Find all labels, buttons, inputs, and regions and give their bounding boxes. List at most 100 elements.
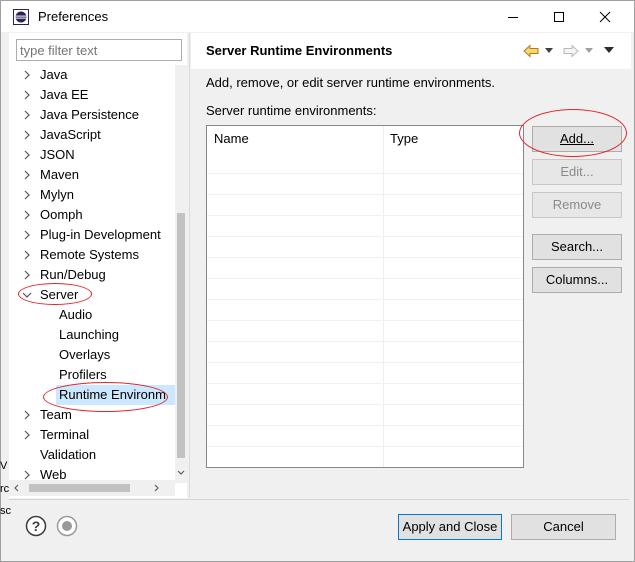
table-row-line	[207, 299, 523, 300]
tree-item[interactable]: Java	[9, 65, 175, 85]
chevron-right-icon[interactable]	[21, 129, 33, 141]
preferences-window: Preferences JavaJava EEJava PersistenceJ…	[0, 0, 635, 562]
view-menu-icon[interactable]	[604, 47, 614, 54]
apply-and-close-label: Apply and Close	[402, 519, 498, 534]
tree-item[interactable]: Overlays	[9, 345, 175, 365]
tree-item[interactable]: Launching	[9, 325, 175, 345]
chevron-right-icon[interactable]	[21, 169, 33, 181]
chevron-right-icon[interactable]	[21, 229, 33, 241]
tree-item-label: Java Persistence	[40, 107, 139, 122]
chevron-right-icon[interactable]	[21, 89, 33, 101]
columns-button[interactable]: Columns...	[532, 267, 622, 293]
close-button[interactable]	[582, 1, 628, 32]
tree-item[interactable]: Audio	[9, 305, 175, 325]
scroll-left-icon[interactable]	[13, 484, 21, 492]
page-description: Add, remove, or edit server runtime envi…	[206, 75, 496, 90]
table-row-line	[207, 404, 523, 405]
tree-item[interactable]: Profilers	[9, 365, 175, 385]
tree-item[interactable]: Server	[9, 285, 175, 305]
table-row-line	[207, 257, 523, 258]
table-row-line	[207, 425, 523, 426]
tree-item-label: Plug-in Development	[40, 227, 161, 242]
pane-divider[interactable]	[189, 33, 190, 498]
chevron-right-icon[interactable]	[21, 269, 33, 281]
help-icon[interactable]: ?	[25, 515, 47, 537]
column-header-name[interactable]: Name	[207, 126, 383, 152]
tree-item[interactable]: JSON	[9, 145, 175, 165]
tree-item-label: Server	[40, 287, 79, 302]
chevron-right-icon[interactable]	[21, 109, 33, 121]
forward-dropdown-icon[interactable]	[585, 48, 593, 54]
preference-tree: Java Java EE Java Persistence JavaScript JSO…	[9, 65, 175, 483]
tree-item[interactable]: Plug-in Development	[9, 225, 175, 245]
chevron-right-icon[interactable]	[21, 209, 33, 221]
table-row-line	[207, 467, 523, 468]
tree-item[interactable]: Validation	[9, 445, 175, 465]
chevron-right-icon[interactable]	[21, 149, 33, 161]
title-bar: Preferences	[1, 1, 634, 32]
maximize-icon	[554, 11, 564, 22]
minimize-button[interactable]	[490, 1, 536, 32]
tree-item[interactable]: Run/Debug	[9, 265, 175, 285]
tree-item[interactable]: Terminal	[9, 425, 175, 445]
apply-and-close-button[interactable]: Apply and Close	[398, 514, 502, 540]
chevron-right-icon[interactable]	[21, 249, 33, 261]
window-title: Preferences	[38, 9, 109, 24]
table-row-line	[207, 215, 523, 216]
remove-button-label: Remove	[552, 197, 602, 212]
table-row-line	[207, 320, 523, 321]
tree-item[interactable]: Remote Systems	[9, 245, 175, 265]
preference-tree-pane: Java Java EE Java Persistence JavaScript JSO…	[9, 33, 187, 498]
cancel-button[interactable]: Cancel	[511, 514, 616, 540]
chevron-right-icon[interactable]	[21, 429, 33, 441]
chevron-right-icon[interactable]	[21, 409, 33, 421]
forward-arrow-icon[interactable]	[563, 44, 579, 58]
tree-item-label: Java	[40, 67, 68, 82]
tree-item[interactable]: Oomph	[9, 205, 175, 225]
chevron-right-icon[interactable]	[21, 189, 33, 201]
table-row-line	[207, 278, 523, 279]
scroll-right-icon[interactable]	[152, 484, 160, 492]
back-arrow-icon[interactable]	[523, 44, 539, 58]
svg-text:?: ?	[32, 518, 41, 534]
search-button-label: Search...	[550, 239, 604, 254]
horizontal-scroll-thumb[interactable]	[29, 484, 130, 492]
chevron-down-icon[interactable]	[21, 289, 33, 301]
tree-item-label: Overlays	[59, 347, 111, 362]
background-text-fragment: sc	[0, 505, 11, 517]
tree-item-label: Runtime Environm	[59, 387, 166, 402]
tree-horizontal-scrollbar[interactable]	[9, 480, 175, 496]
maximize-button[interactable]	[536, 1, 582, 32]
tree-item[interactable]: Java Persistence	[9, 105, 175, 125]
tree-item[interactable]: Maven	[9, 165, 175, 185]
import-export-icon[interactable]	[56, 515, 78, 537]
tree-item-label: JavaScript	[40, 127, 101, 142]
tree-item-label: Maven	[40, 167, 80, 182]
search-button[interactable]: Search...	[532, 234, 622, 260]
column-header-type[interactable]: Type	[383, 126, 523, 152]
background-text-fragment: rc	[0, 483, 10, 495]
tree-item[interactable]: Team	[9, 405, 175, 425]
tree-item-label: Oomph	[40, 207, 83, 222]
runtime-environments-table[interactable]: Name Type	[206, 125, 524, 468]
remove-button[interactable]: Remove	[532, 192, 622, 218]
tree-item[interactable]: Java EE	[9, 85, 175, 105]
add-button[interactable]: Add...	[532, 126, 622, 152]
chevron-right-icon[interactable]	[21, 69, 33, 81]
tree-item[interactable]: JavaScript	[9, 125, 175, 145]
tree-item[interactable]: Runtime Environm	[9, 385, 175, 405]
cancel-button-label: Cancel	[543, 519, 584, 534]
scroll-down-icon[interactable]	[177, 469, 185, 477]
table-row-line	[207, 173, 523, 174]
table-row-line	[207, 446, 523, 447]
tree-item-label: Audio	[59, 307, 93, 322]
tree-item-label: Java EE	[40, 87, 89, 102]
table-row-line	[207, 362, 523, 363]
tree-vertical-scrollbar[interactable]	[175, 65, 187, 483]
filter-input[interactable]	[16, 39, 182, 61]
back-dropdown-icon[interactable]	[545, 48, 553, 54]
footer-separator	[9, 499, 629, 500]
tree-item[interactable]: Mylyn	[9, 185, 175, 205]
edit-button[interactable]: Edit...	[532, 159, 622, 185]
vertical-scroll-thumb[interactable]	[177, 213, 185, 458]
